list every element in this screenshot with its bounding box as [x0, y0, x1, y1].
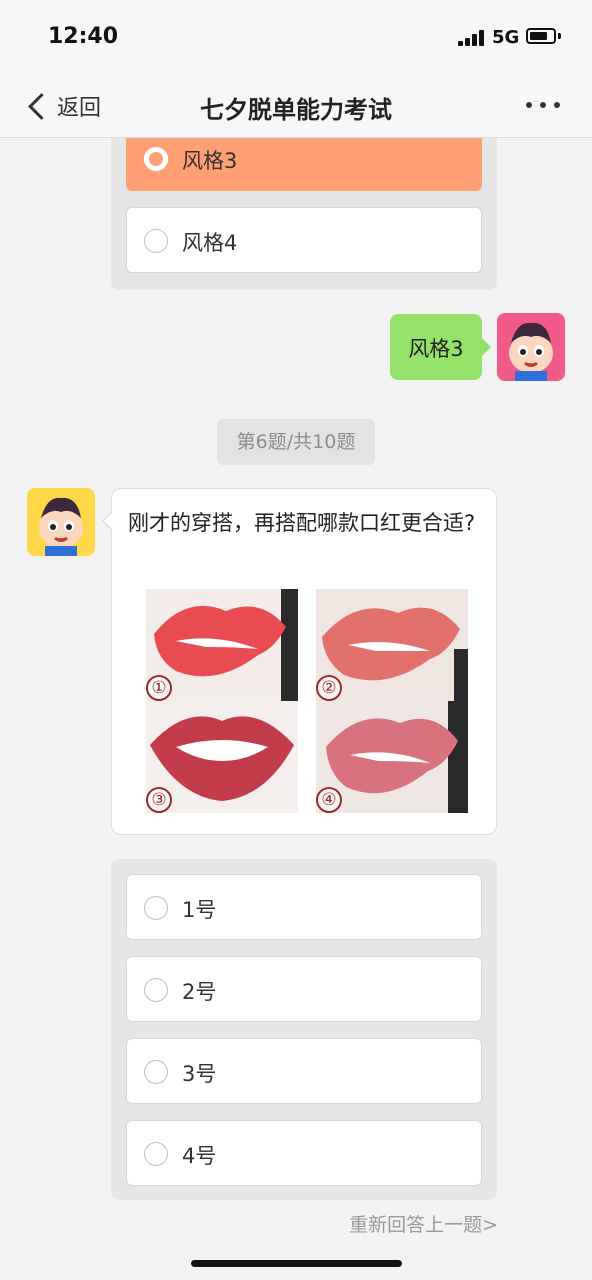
more-options-icon[interactable]: [526, 102, 566, 112]
bot-avatar: [27, 488, 95, 556]
page-title: 七夕脱单能力考试: [200, 96, 392, 124]
radio-icon: [144, 1142, 168, 1166]
answer-option-2[interactable]: 2号: [126, 956, 482, 1022]
battery-tip: [558, 33, 561, 39]
question-bubble: 刚才的穿搭，再搭配哪款口红更合适? ① ② ③ ④: [102, 488, 497, 835]
lip-number: ④: [316, 787, 342, 813]
lip-number: ③: [146, 787, 172, 813]
lip-image-4: ④: [316, 701, 468, 813]
radio-icon: [144, 896, 168, 920]
network-type: 5G: [492, 27, 520, 48]
user-answer-text: 风格3: [408, 337, 464, 361]
lip-image-2: ②: [316, 589, 468, 701]
radio-icon: [144, 147, 168, 171]
lip-number: ②: [316, 675, 342, 701]
radio-icon: [144, 229, 168, 253]
option-label: 风格3: [182, 149, 238, 173]
lipstick-image-grid: ① ② ③ ④: [146, 589, 470, 813]
answer-option-4[interactable]: 4号: [126, 1120, 482, 1186]
retry-previous-link[interactable]: 重新回答上一题>: [300, 1210, 498, 1237]
status-bar: 12:40 5G: [0, 0, 592, 76]
lip-image-3: ③: [146, 701, 298, 813]
radio-icon: [144, 978, 168, 1002]
prev-option-2[interactable]: 风格4: [126, 207, 482, 273]
option-label: 1号: [182, 898, 217, 922]
option-label: 4号: [182, 1144, 217, 1168]
option-label: 3号: [182, 1062, 217, 1086]
status-time: 12:40: [48, 24, 119, 49]
option-label: 2号: [182, 980, 217, 1004]
user-avatar: [497, 313, 565, 381]
lip-number: ①: [146, 675, 172, 701]
answer-option-1[interactable]: 1号: [126, 874, 482, 940]
user-answer-bubble: 风格3: [390, 314, 491, 380]
option-label: 风格4: [182, 231, 238, 255]
lip-image-1: ①: [146, 589, 298, 701]
question-counter: 第6题/共10题: [217, 419, 375, 465]
question-text: 刚才的穿搭，再搭配哪款口红更合适?: [128, 511, 476, 535]
answer-options-group: 1号 2号 3号 4号: [111, 859, 497, 1200]
home-indicator: [191, 1260, 402, 1267]
answer-option-3[interactable]: 3号: [126, 1038, 482, 1104]
signal-icon: [458, 30, 486, 46]
radio-icon: [144, 1060, 168, 1084]
nav-bar-cover: 返回 七夕脱单能力考试: [0, 76, 592, 138]
battery-icon: [526, 28, 556, 44]
